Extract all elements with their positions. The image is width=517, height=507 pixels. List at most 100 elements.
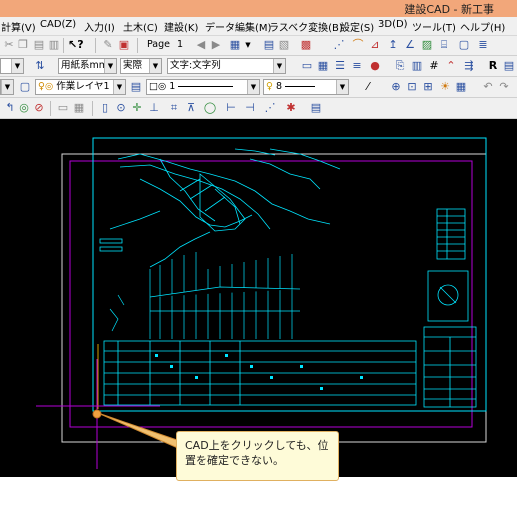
- line-swatch-icon: □◎: [149, 81, 167, 92]
- cut-icon[interactable]: ✂: [2, 38, 16, 52]
- annotation-callout: CAD上をクリックしても、位置を確定できない。: [176, 431, 339, 481]
- mode-select[interactable]: ▼: [0, 79, 14, 95]
- zoom-fit-icon[interactable]: ⊡: [405, 80, 419, 94]
- menu-cad[interactable]: CAD(Z): [40, 19, 76, 30]
- frame-icon[interactable]: ▭: [300, 59, 314, 73]
- paper-select[interactable]: 用紙系mm ▼: [58, 58, 117, 74]
- color-select[interactable]: ♀ 8 ▼: [263, 79, 349, 95]
- layer-icon[interactable]: ▤: [502, 59, 516, 73]
- chevron-down-icon[interactable]: ▼: [241, 38, 255, 52]
- copy-format-icon[interactable]: ⎘: [393, 59, 407, 73]
- style-select[interactable]: ▼: [0, 58, 24, 74]
- menu-raster-vector[interactable]: ラスベク変換(B): [269, 19, 343, 34]
- page-menu-icon[interactable]: ▦: [228, 38, 242, 52]
- line-number-value: 1: [169, 81, 176, 92]
- light-icon[interactable]: ☀: [438, 80, 452, 94]
- snap-cross-icon[interactable]: ✛: [130, 101, 144, 115]
- layer-value: 作業レイヤ1: [56, 81, 110, 92]
- angle-icon[interactable]: ∠: [403, 38, 417, 52]
- next-page-icon[interactable]: ▶: [209, 38, 223, 52]
- curve-icon[interactable]: ⌃: [444, 59, 458, 73]
- text-style-select[interactable]: 文字:文字列 ▼: [167, 58, 286, 74]
- prev-page-icon[interactable]: ◀: [194, 38, 208, 52]
- list-icon[interactable]: ☰: [333, 59, 347, 73]
- dimension-icon[interactable]: ↥: [386, 38, 400, 52]
- snap-end-icon[interactable]: ⊢: [224, 101, 238, 115]
- redo-icon[interactable]: ↷: [497, 80, 511, 94]
- color-preview: [285, 86, 316, 87]
- bulb-icon: ♀: [266, 81, 273, 92]
- scale-select[interactable]: 実際 ▼: [120, 58, 162, 74]
- cad-canvas[interactable]: [0, 119, 517, 477]
- snap-icon[interactable]: ⋰: [332, 38, 346, 52]
- line-type-select[interactable]: □◎ 1 ▼: [146, 79, 260, 95]
- layer-tool-icon[interactable]: ▤: [129, 80, 143, 94]
- box-icon[interactable]: ▢: [457, 38, 471, 52]
- undo-icon[interactable]: ↶: [481, 80, 495, 94]
- zoom-all-icon[interactable]: ⊞: [421, 80, 435, 94]
- separator: [95, 38, 96, 53]
- print-preview-icon[interactable]: ▦: [72, 101, 86, 115]
- snap-clear-icon[interactable]: ✱: [284, 101, 298, 115]
- measure-icon[interactable]: ⊿: [368, 38, 382, 52]
- offset-icon[interactable]: ⇶: [462, 59, 476, 73]
- hatch-icon[interactable]: ▥: [410, 59, 424, 73]
- snap-circle-icon[interactable]: ◯: [203, 101, 217, 115]
- copy-icon[interactable]: ❐: [16, 38, 30, 52]
- print-frame: [69, 160, 473, 428]
- separator: [63, 38, 64, 53]
- layer-select[interactable]: ♀◎ 作業レイヤ1 ▼: [35, 79, 126, 95]
- menu-calc[interactable]: 計算(V): [1, 19, 36, 34]
- line-preview: [178, 86, 234, 87]
- stack-icon[interactable]: ≣: [476, 38, 490, 52]
- paste-special-icon[interactable]: ▥: [47, 38, 61, 52]
- table-icon[interactable]: ▦: [316, 59, 330, 73]
- scale-value: 実際: [123, 60, 143, 71]
- standard-toolbar: ✂ ❐ ▤ ▥ ↖? ✎ ▣ Page 1 ◀ ▶ ▦ ▼ ▤ ▧ ▩ ⋰ ⌒ …: [0, 36, 517, 56]
- preview-icon[interactable]: ▭: [56, 101, 70, 115]
- layer-lock-icon: ♀◎: [38, 81, 54, 92]
- zoom-window-icon[interactable]: ▩: [299, 38, 313, 52]
- grid-icon[interactable]: #: [427, 59, 441, 73]
- title-bar: 建設CAD - 新工事: [0, 0, 517, 17]
- snap-intersect-icon[interactable]: ⊼: [184, 101, 198, 115]
- menu-construction[interactable]: 建設(K): [164, 19, 198, 34]
- menu-civil[interactable]: 土木(C): [123, 19, 158, 34]
- zoom-prev-icon[interactable]: ↰: [3, 101, 17, 115]
- snap-grid-icon[interactable]: ⌗: [167, 101, 181, 115]
- help-pointer-icon[interactable]: ↖?: [68, 38, 84, 52]
- sort-icon[interactable]: ⇅: [33, 59, 47, 73]
- snap-mid-icon[interactable]: ⊣: [243, 101, 257, 115]
- layout-icon[interactable]: ▤: [262, 38, 276, 52]
- snap-near-icon[interactable]: ⋰: [263, 101, 277, 115]
- menu-data-edit[interactable]: データ編集(M): [205, 19, 271, 34]
- print-icon[interactable]: ▣: [117, 38, 131, 52]
- click-point-marker: [92, 409, 102, 419]
- menu-settings[interactable]: 設定(S): [340, 19, 374, 34]
- page-setup-icon[interactable]: ✎: [101, 38, 115, 52]
- redraw-icon[interactable]: R: [486, 59, 500, 73]
- menu-3d[interactable]: 3D(D): [378, 19, 408, 30]
- menu-help[interactable]: ヘルプ(H): [460, 19, 505, 34]
- select-icon[interactable]: ▯: [98, 101, 112, 115]
- snap-settings-icon[interactable]: ▤: [309, 101, 323, 115]
- menu-tools[interactable]: ツール(T): [412, 19, 456, 34]
- eyedropper-icon[interactable]: ⁄: [361, 80, 375, 94]
- grid-tool-icon[interactable]: ⌸: [437, 38, 451, 52]
- snap-perp-icon[interactable]: ⊥: [147, 101, 161, 115]
- page-number: 1: [177, 39, 184, 50]
- color-palette-icon[interactable]: ●: [368, 59, 382, 73]
- window-icon[interactable]: ▧: [277, 38, 291, 52]
- rows-icon[interactable]: ≡: [350, 59, 364, 73]
- object-snap-icon[interactable]: ◎: [17, 101, 31, 115]
- snap-off-icon[interactable]: ⊘: [32, 101, 46, 115]
- image-icon[interactable]: ▨: [420, 38, 434, 52]
- paste-icon[interactable]: ▤: [32, 38, 46, 52]
- menu-input[interactable]: 入力(I): [84, 19, 115, 34]
- snap-point-icon[interactable]: ⊙: [114, 101, 128, 115]
- data-table: [103, 340, 417, 406]
- layer-state-icon[interactable]: ▢: [18, 80, 32, 94]
- zoom-in-icon[interactable]: ⊕: [389, 80, 403, 94]
- arc-icon[interactable]: ⌒: [351, 38, 365, 52]
- pan-icon[interactable]: ▦: [454, 80, 468, 94]
